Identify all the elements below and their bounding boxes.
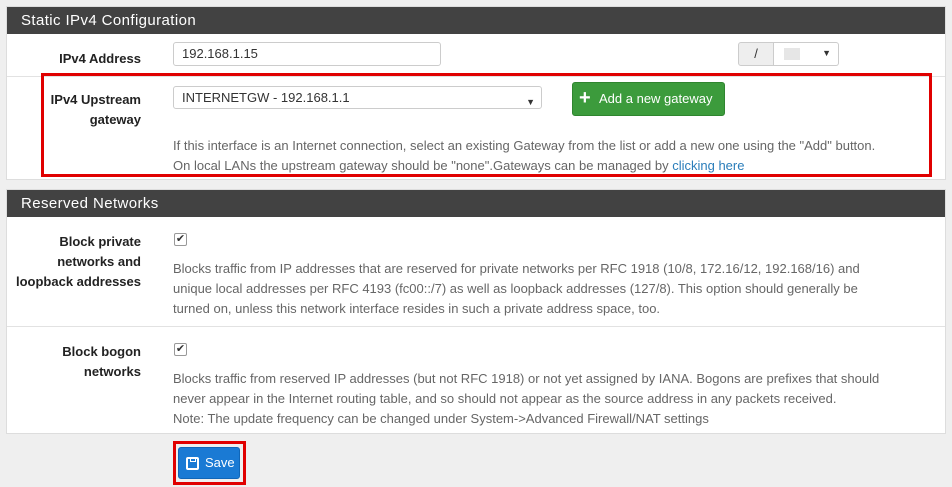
- block-private-row: Block private networks and loopback addr…: [7, 217, 945, 326]
- block-private-checkbox[interactable]: ✔: [174, 233, 187, 246]
- block-bogon-help-line1: Blocks traffic from reserved IP addresse…: [173, 371, 880, 386]
- block-bogon-help-line2: never appear in the Internet routing tab…: [173, 391, 837, 406]
- block-bogon-row: Block bogon networks ✔ Blocks traffic fr…: [7, 326, 945, 434]
- gateway-select[interactable]: INTERNETGW - 192.168.1.1 ▼: [173, 86, 542, 109]
- panel-title: Static IPv4 Configuration: [7, 7, 945, 34]
- ipv4-gateway-label: IPv4 Upstream gateway: [51, 90, 141, 130]
- plus-icon: +: [579, 87, 591, 109]
- block-private-help-line3: turned on, unless this network interface…: [173, 301, 661, 316]
- gateway-help-text: If this interface is an Internet connect…: [173, 136, 943, 176]
- ipv4-config-panel: Static IPv4 Configuration IPv4 Address 1…: [6, 6, 946, 180]
- block-private-help-line1: Blocks traffic from IP addresses that ar…: [173, 261, 860, 276]
- block-bogon-help-line3: Note: The update frequency can be change…: [173, 411, 709, 426]
- save-button[interactable]: Save: [178, 447, 240, 479]
- add-gateway-button[interactable]: + Add a new gateway: [572, 82, 725, 116]
- gateway-help-line2-text: On local LANs the upstream gateway shoul…: [173, 158, 673, 173]
- block-private-label-line3: loopback addresses: [16, 274, 141, 289]
- gateway-select-value: INTERNETGW - 192.168.1.1: [182, 90, 350, 105]
- manage-gateways-link[interactable]: clicking here: [672, 158, 744, 173]
- cidr-slash-addon: /: [738, 42, 774, 66]
- ipv4-gateway-label-line2: gateway: [89, 112, 141, 127]
- block-bogon-label-line2: networks: [83, 364, 141, 379]
- gateway-help-line2: On local LANs the upstream gateway shoul…: [173, 156, 943, 176]
- caret-down-icon: ▼: [822, 48, 831, 58]
- block-bogon-help: Blocks traffic from reserved IP addresse…: [173, 369, 943, 429]
- block-private-help: Blocks traffic from IP addresses that ar…: [173, 259, 943, 319]
- ipv4-address-label: IPv4 Address: [59, 51, 141, 66]
- cidr-select-value: [784, 48, 800, 60]
- gateway-help-line1: If this interface is an Internet connect…: [173, 138, 876, 153]
- add-gateway-label: Add a new gateway: [599, 91, 713, 106]
- ipv4-gateway-label-line1: IPv4 Upstream: [50, 92, 141, 107]
- save-label: Save: [205, 455, 235, 470]
- block-private-label: Block private networks and loopback addr…: [16, 232, 141, 292]
- ipv4-gateway-row: IPv4 Upstream gateway INTERNETGW - 192.1…: [7, 76, 945, 181]
- block-private-label-line1: Block private: [59, 234, 141, 249]
- block-private-help-line2: unique local addresses per RFC 4193 (fc0…: [173, 281, 858, 296]
- cidr-slash-text: /: [754, 46, 758, 61]
- floppy-disk-icon: [186, 457, 199, 470]
- cidr-select[interactable]: ▼: [774, 42, 839, 66]
- caret-down-icon: ▼: [526, 97, 535, 107]
- ipv4-address-input[interactable]: 192.168.1.15: [173, 42, 441, 66]
- block-bogon-checkbox[interactable]: ✔: [174, 343, 187, 356]
- ipv4-address-row: IPv4 Address 192.168.1.15 / ▼: [7, 34, 945, 76]
- block-private-label-line2: networks and: [57, 254, 141, 269]
- block-bogon-label-line1: Block bogon: [62, 344, 141, 359]
- block-bogon-label: Block bogon networks: [62, 342, 141, 382]
- reserved-networks-panel: Reserved Networks Block private networks…: [6, 189, 946, 434]
- panel-title: Reserved Networks: [7, 190, 945, 217]
